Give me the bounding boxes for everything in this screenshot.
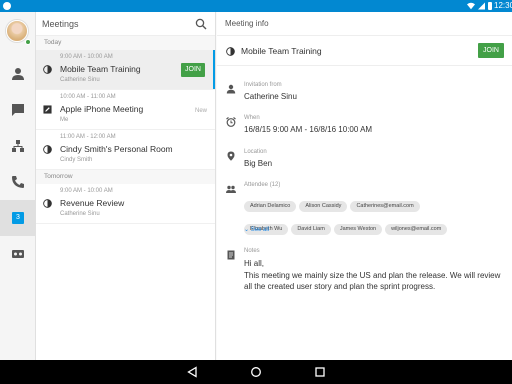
meeting-title: Cindy Smith's Personal Room xyxy=(60,144,173,154)
join-button[interactable]: JOIN xyxy=(181,63,205,77)
search-icon[interactable] xyxy=(195,18,207,30)
section-header-today: Today xyxy=(36,36,215,50)
info-meeting-title: Mobile Team Training xyxy=(241,46,322,56)
meeting-time: 10:00 AM - 11:00 AM xyxy=(60,94,116,100)
rail-item-directory[interactable] xyxy=(0,128,36,164)
list-header: Meetings xyxy=(36,12,215,36)
org-chart-icon xyxy=(12,140,24,152)
meeting-organizer: Cindy Smith xyxy=(60,157,93,163)
wifi-icon xyxy=(467,2,475,10)
rail-item-voicemail[interactable] xyxy=(0,236,36,272)
see-all-label: See all xyxy=(250,227,270,233)
meeting-item[interactable]: 9:00 AM - 10:00 AM Revenue Review Cather… xyxy=(36,184,215,224)
meeting-organizer: Catherine Sinu xyxy=(60,77,100,83)
notes-line: Hi all, xyxy=(244,259,265,268)
alarm-clock-icon xyxy=(226,117,236,127)
notes-label: Notes xyxy=(244,248,260,254)
attendee-chip[interactable]: Alison Cassidy xyxy=(299,201,348,212)
meeting-time: 11:00 AM - 12:00 AM xyxy=(60,134,116,140)
meeting-item[interactable]: 10:00 AM - 11:00 AM Apple iPhone Meeting… xyxy=(36,90,215,130)
person-icon xyxy=(12,68,24,80)
battery-icon xyxy=(488,2,492,10)
meeting-title: Revenue Review xyxy=(60,198,125,208)
status-time: 12:30 xyxy=(494,1,512,10)
meeting-status-icon xyxy=(43,145,52,154)
location-pin-icon xyxy=(227,151,235,161)
edit-meeting-icon xyxy=(43,105,52,114)
status-bar: 12:30 xyxy=(0,0,512,12)
invitation-value: Catherine Sinu xyxy=(244,92,297,101)
location-label: Location xyxy=(244,149,267,155)
meeting-item[interactable]: 9:00 AM - 10:00 AM Mobile Team Training … xyxy=(36,50,215,90)
back-icon[interactable] xyxy=(186,366,198,378)
meeting-status-icon xyxy=(43,199,52,208)
rail-item-calls[interactable] xyxy=(0,164,36,200)
meeting-status-icon xyxy=(43,65,52,74)
meetings-list-panel: Meetings Today 9:00 AM - 10:00 AM Mobile… xyxy=(36,12,216,360)
info-title-row: Mobile Team Training JOIN xyxy=(217,36,512,66)
when-label: When xyxy=(244,115,260,121)
rail-item-meetings[interactable]: 3 xyxy=(0,200,36,236)
notes-icon xyxy=(227,250,235,260)
notes-line: This meeting we mainly size the US and p… xyxy=(244,270,501,292)
attendee-chip[interactable]: Adrian Delamico xyxy=(244,201,297,212)
system-nav-bar xyxy=(0,360,512,384)
presence-indicator xyxy=(25,39,31,45)
chat-bubble-icon xyxy=(12,104,24,116)
list-title: Meetings xyxy=(42,18,79,29)
meeting-time: 9:00 AM - 10:00 AM xyxy=(60,54,113,60)
nav-rail: 3 xyxy=(0,12,36,360)
attendee-chip[interactable]: wiljones@email.com xyxy=(385,224,448,235)
avatar[interactable] xyxy=(6,20,28,42)
recents-icon[interactable] xyxy=(314,366,326,378)
when-value: 16/8/15 9:00 AM - 16/8/16 10:00 AM xyxy=(244,125,373,134)
meeting-time: 9:00 AM - 10:00 AM xyxy=(60,188,113,194)
see-all-link[interactable]: ⌄ See all xyxy=(244,226,269,233)
calendar-icon: 3 xyxy=(12,212,24,224)
rail-item-contacts[interactable] xyxy=(0,56,36,92)
notes-body: Hi all, This meeting we mainly size the … xyxy=(244,258,504,293)
new-badge: New xyxy=(194,108,207,114)
phone-icon xyxy=(12,176,24,188)
join-button[interactable]: JOIN xyxy=(478,43,504,58)
attendee-chip[interactable]: James Weston xyxy=(333,224,383,235)
invitation-label: Invitation from xyxy=(244,82,282,88)
signal-icon xyxy=(478,2,485,10)
meeting-organizer: Me xyxy=(60,117,69,123)
section-header-tomorrow: Tomorrow xyxy=(36,170,215,184)
voicemail-icon xyxy=(12,250,24,258)
home-icon[interactable] xyxy=(250,366,262,378)
info-header: Meeting info xyxy=(217,12,512,36)
meeting-title: Apple iPhone Meeting xyxy=(60,104,144,114)
meeting-info-panel: Meeting info Mobile Team Training JOIN I… xyxy=(217,12,512,360)
meeting-organizer: Catherine Sinu xyxy=(60,211,100,217)
meeting-status-icon xyxy=(226,47,235,56)
app-notification-icon xyxy=(3,2,11,10)
meeting-title: Mobile Team Training xyxy=(60,64,141,74)
attendee-chip[interactable]: David Liam xyxy=(291,224,331,235)
rail-item-chat[interactable] xyxy=(0,92,36,128)
attendee-chips: Adrian Delamico Alison Cassidy Catherines@… xyxy=(244,194,506,240)
location-value: Big Ben xyxy=(244,159,273,168)
meeting-item[interactable]: 11:00 AM - 12:00 AM Cindy Smith's Person… xyxy=(36,130,215,170)
group-icon xyxy=(226,185,236,193)
person-icon xyxy=(226,84,236,94)
attendees-label: Attendee (12) xyxy=(244,182,281,188)
attendee-chip[interactable]: Catherines@email.com xyxy=(350,201,420,212)
